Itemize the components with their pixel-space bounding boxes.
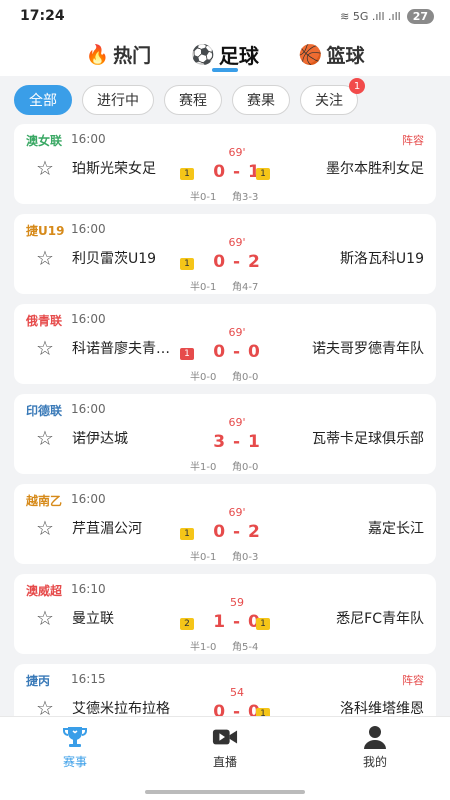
half-time-score: 半0-1 bbox=[190, 282, 217, 293]
tab-label: 篮球 bbox=[326, 44, 365, 67]
home-indicator bbox=[145, 790, 305, 794]
match-card[interactable]: 澳女联 16:00 阵容 ☆ 珀斯光荣女足 墨尔本胜利女足 69' 0 - 1 1 1 半0-1 角3… bbox=[14, 124, 436, 204]
kickoff-time: 16:00 bbox=[71, 222, 106, 236]
filter-all[interactable]: 全部 bbox=[14, 85, 72, 115]
half-time-score: 半1-0 bbox=[190, 642, 217, 653]
kickoff-time: 16:00 bbox=[71, 132, 106, 146]
half-time-score: 半0-1 bbox=[190, 192, 217, 203]
status-bar: 17:24 ≋ 5G .ıll .ıll 27 bbox=[0, 0, 450, 32]
match-card[interactable]: 印德联 16:00 ☆ 诺伊达城 瓦蒂卡足球俱乐部 69' 3 - 1 半1-0 角0-0 bbox=[14, 394, 436, 474]
corner-count: 角0-0 bbox=[232, 372, 259, 383]
status-time: 17:24 bbox=[20, 8, 65, 24]
match-minute: 69' bbox=[228, 416, 246, 429]
kickoff-time: 16:00 bbox=[71, 492, 106, 506]
away-card-count: 1 bbox=[256, 168, 270, 180]
tab-basketball[interactable]: 🏀 篮球 bbox=[299, 32, 365, 76]
home-card-count: 1 bbox=[180, 528, 194, 540]
match-score: 1 - 0 bbox=[213, 612, 261, 632]
signal-icon: ≋ 5G .ıll .ıll bbox=[340, 9, 401, 23]
match-score: 0 - 2 bbox=[213, 252, 261, 272]
match-score: 0 - 2 bbox=[213, 522, 261, 542]
match-card[interactable]: 捷丙 16:15 阵容 ☆ 艾德米拉布拉格 洛科维塔维恩 54 0 - 01 bbox=[14, 664, 436, 716]
fire-icon: 🔥 bbox=[85, 43, 110, 66]
match-list: 澳女联 16:00 阵容 ☆ 珀斯光荣女足 墨尔本胜利女足 69' 0 - 1 1 1 半0-1 角3… bbox=[0, 124, 450, 716]
filter-row: 全部 进行中 赛程 赛果 关注 1 bbox=[0, 76, 450, 124]
nav-live[interactable]: 直播 bbox=[150, 717, 300, 800]
match-minute: 54 bbox=[230, 686, 244, 699]
corner-count: 角0-0 bbox=[232, 462, 259, 473]
half-time-score: 半1-0 bbox=[190, 462, 217, 473]
match-card[interactable]: 澳威超 16:10 ☆ 曼立联 悉尼FC青年队 59 1 - 0 2 1 半1-0 角5-4 bbox=[14, 574, 436, 654]
away-card-count: 1 bbox=[256, 708, 270, 716]
tab-label: 热门 bbox=[113, 44, 152, 67]
video-camera-icon bbox=[212, 725, 238, 749]
kickoff-time: 16:15 bbox=[71, 672, 106, 686]
filter-label: 关注 bbox=[315, 93, 343, 109]
match-card[interactable]: 越南乙 16:00 ☆ 芹苴湄公河 嘉定长江 69' 0 - 2 1 半0-1 角0-3 bbox=[14, 484, 436, 564]
kickoff-time: 16:00 bbox=[71, 402, 106, 416]
trophy-icon bbox=[62, 725, 88, 749]
home-card-count: 2 bbox=[180, 618, 194, 630]
tab-hot[interactable]: 🔥 热门 bbox=[85, 32, 151, 76]
half-time-score: 半0-0 bbox=[190, 372, 217, 383]
match-card[interactable]: 俄青联 16:00 ☆ 科诺普廖夫青… 诺夫哥罗德青年队 69' 0 - 0 1 半0-0 角0-… bbox=[14, 304, 436, 384]
nav-label: 我的 bbox=[362, 755, 387, 769]
nav-label: 赛事 bbox=[62, 755, 87, 769]
tab-football[interactable]: ⚽ 足球 bbox=[191, 32, 259, 76]
kickoff-time: 16:10 bbox=[71, 582, 106, 596]
nav-profile[interactable]: 我的 bbox=[300, 717, 450, 800]
home-card-count: 1 bbox=[180, 168, 194, 180]
kickoff-time: 16:00 bbox=[71, 312, 106, 326]
filter-schedule[interactable]: 赛程 bbox=[164, 85, 222, 115]
soccer-ball-icon: ⚽ bbox=[191, 43, 215, 66]
home-card-count: 1 bbox=[180, 348, 194, 360]
away-card-count: 1 bbox=[256, 618, 270, 630]
tab-label: 足球 bbox=[218, 43, 259, 68]
match-minute: 69' bbox=[228, 326, 246, 339]
corner-count: 角4-7 bbox=[232, 282, 259, 293]
home-card-count: 1 bbox=[180, 258, 194, 270]
basketball-icon: 🏀 bbox=[298, 43, 323, 66]
filter-results[interactable]: 赛果 bbox=[232, 85, 290, 115]
person-icon bbox=[362, 725, 388, 749]
match-minute: 69' bbox=[228, 506, 246, 519]
corner-count: 角3-3 bbox=[232, 192, 259, 203]
corner-count: 角0-3 bbox=[232, 552, 259, 563]
corner-count: 角5-4 bbox=[232, 642, 259, 653]
match-score: 3 - 1 bbox=[213, 432, 261, 452]
match-minute: 69' bbox=[228, 146, 246, 159]
match-minute: 69' bbox=[228, 236, 246, 249]
match-score: 0 - 1 bbox=[213, 162, 261, 182]
nav-label: 直播 bbox=[212, 755, 237, 769]
bottom-nav: 赛事 直播 我的 bbox=[0, 716, 450, 800]
filter-live[interactable]: 进行中 bbox=[82, 85, 154, 115]
nav-matches[interactable]: 赛事 bbox=[0, 717, 150, 800]
filter-followed[interactable]: 关注 1 bbox=[300, 78, 365, 115]
notification-badge: 1 bbox=[349, 78, 365, 94]
match-card[interactable]: 捷U19 16:00 ☆ 利贝雷茨U19 斯洛瓦科U19 69' 0 - 2 1 半0-1 角4-… bbox=[14, 214, 436, 294]
match-score: 0 - 0 bbox=[213, 342, 261, 362]
battery-icon: 27 bbox=[406, 8, 434, 24]
sport-tabs: 🔥 热门 ⚽ 足球 🏀 篮球 bbox=[0, 32, 450, 76]
match-minute: 59 bbox=[230, 596, 244, 609]
status-icons: ≋ 5G .ıll .ıll 27 bbox=[340, 8, 434, 24]
half-time-score: 半0-1 bbox=[190, 552, 217, 563]
match-score: 0 - 0 bbox=[213, 702, 261, 716]
